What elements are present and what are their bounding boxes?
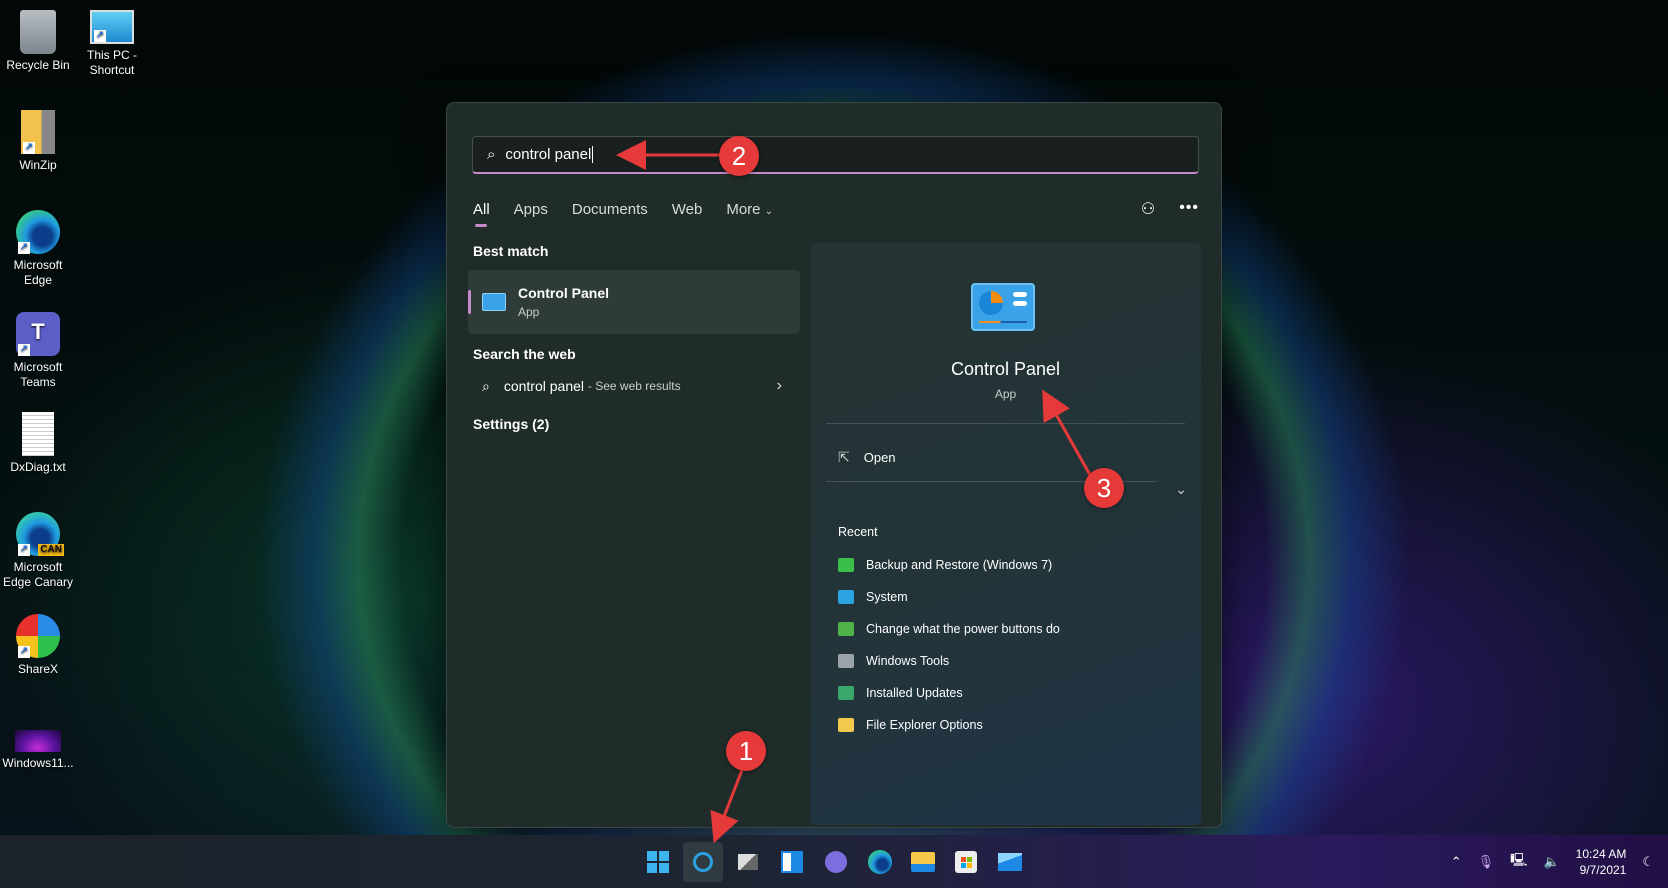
recent-list: Backup and Restore (Windows 7) System Ch…	[838, 549, 1060, 741]
recent-item-file-explorer-options[interactable]: File Explorer Options	[838, 709, 1060, 741]
system-tray: ⌃ 🎙 🖳 🔈 10:24 AM 9/7/2021 ☾	[1451, 835, 1668, 888]
this-pc-icon: ↗	[90, 10, 134, 44]
network-icon[interactable]: 🖳	[1510, 851, 1527, 873]
recycle-bin-icon	[20, 10, 56, 54]
preview-pane: Control Panel App ⇱ Open ⌄ Recent Backup…	[810, 243, 1201, 825]
focus-assist-moon-icon[interactable]: ☾	[1642, 854, 1654, 870]
control-panel-large-icon	[971, 283, 1035, 331]
chat-button[interactable]	[816, 842, 856, 882]
search-icon: ⌕	[482, 377, 490, 394]
desktop-icon-recycle-bin[interactable]: Recycle Bin	[0, 10, 76, 73]
windows-tools-icon	[838, 654, 854, 668]
callout-3: 3	[1084, 468, 1124, 508]
search-panel: ⌕ control panel All Apps Documents Web M…	[446, 102, 1222, 828]
recent-item-system[interactable]: System	[838, 581, 1060, 613]
windows-logo-icon	[647, 851, 669, 873]
recent-item-backup-restore[interactable]: Backup and Restore (Windows 7)	[838, 549, 1060, 581]
microphone-icon[interactable]: 🎙	[1478, 854, 1495, 870]
volume-icon[interactable]: 🔈	[1543, 854, 1559, 870]
task-view-button[interactable]	[728, 842, 768, 882]
tab-documents[interactable]: Documents	[572, 201, 648, 218]
filter-tabs: All Apps Documents Web More ⌄	[473, 201, 797, 227]
recent-item-installed-updates[interactable]: Installed Updates	[838, 677, 1060, 709]
account-switch-icon[interactable]: ⚇	[1141, 199, 1155, 219]
recent-item-windows-tools[interactable]: Windows Tools	[838, 645, 1060, 677]
search-input[interactable]: control panel	[505, 146, 591, 163]
widgets-button[interactable]	[772, 842, 812, 882]
open-external-icon: ⇱	[838, 449, 850, 465]
best-match-heading: Best match	[473, 243, 549, 259]
store-icon	[955, 851, 977, 873]
show-hidden-icons-chevron[interactable]: ⌃	[1451, 854, 1462, 870]
chevron-down-icon: ⌄	[764, 206, 774, 217]
web-result-item[interactable]: ⌕ control panel - See web results ›	[468, 366, 800, 406]
canary-badge: CAN	[38, 544, 64, 556]
file-explorer-options-icon	[838, 718, 854, 732]
settings-heading[interactable]: Settings (2)	[468, 416, 800, 432]
best-match-title: Control Panel	[518, 285, 610, 301]
best-match-subtitle: App	[518, 305, 540, 319]
backup-restore-icon	[838, 558, 854, 572]
clock[interactable]: 10:24 AM 9/7/2021	[1576, 846, 1627, 878]
control-panel-icon	[482, 293, 506, 311]
edge-icon: ↗	[16, 210, 60, 254]
sharex-icon: ↗	[16, 614, 60, 658]
folder-icon	[911, 852, 935, 872]
edge-button[interactable]	[860, 842, 900, 882]
divider	[826, 423, 1185, 424]
desktop-icon-sharex[interactable]: ↗ ShareX	[0, 614, 76, 677]
teams-icon: T ↗	[16, 312, 60, 356]
desktop-icon-winzip[interactable]: ↗ WinZip	[0, 110, 76, 173]
start-button[interactable]	[638, 842, 678, 882]
preview-title: Control Panel	[950, 359, 1061, 379]
taskbar: ⌃ 🎙 🖳 🔈 10:24 AM 9/7/2021 ☾	[0, 835, 1668, 888]
expand-chevron-icon[interactable]: ⌄	[1175, 481, 1187, 498]
search-button[interactable]	[683, 842, 723, 882]
tab-more[interactable]: More ⌄	[726, 201, 773, 218]
file-explorer-button[interactable]	[903, 842, 943, 882]
edge-canary-icon: ↗ CAN	[16, 512, 64, 556]
desktop-icon-edge-canary[interactable]: ↗ CAN Microsoft Edge Canary	[0, 512, 76, 590]
mail-icon	[998, 853, 1022, 871]
text-caret	[592, 146, 594, 163]
store-button[interactable]	[946, 842, 986, 882]
task-view-icon	[738, 854, 758, 870]
open-action[interactable]: ⇱ Open	[838, 449, 896, 466]
teams-chat-icon	[825, 851, 847, 873]
power-options-icon	[838, 622, 854, 636]
desktop-icon-dxdiag[interactable]: DxDiag.txt	[0, 412, 76, 475]
more-options-icon[interactable]: •••	[1179, 199, 1199, 219]
edge-icon	[868, 850, 892, 874]
tab-all[interactable]: All	[473, 201, 490, 227]
search-box[interactable]: ⌕ control panel	[472, 136, 1199, 174]
search-icon: ⌕	[487, 146, 496, 163]
system-icon	[838, 590, 854, 604]
desktop-icon-windows11-image[interactable]: Windows11...	[0, 730, 76, 771]
callout-2: 2	[719, 136, 759, 176]
results-list: Best match Control Panel App Search the …	[468, 243, 800, 432]
preview-subtitle: App	[994, 387, 1017, 401]
winzip-icon: ↗	[21, 110, 55, 154]
installed-updates-icon	[838, 686, 854, 700]
recent-item-power-buttons[interactable]: Change what the power buttons do	[838, 613, 1060, 645]
callout-1: 1	[726, 731, 766, 771]
clock-date: 9/7/2021	[1579, 862, 1627, 877]
text-file-icon	[22, 412, 54, 456]
chevron-right-icon: ›	[776, 377, 782, 394]
selection-indicator	[468, 290, 471, 314]
tab-web[interactable]: Web	[672, 201, 703, 218]
search-web-heading: Search the web	[473, 346, 576, 362]
tab-apps[interactable]: Apps	[514, 201, 548, 218]
search-icon	[693, 852, 713, 872]
recent-heading: Recent	[838, 525, 878, 539]
desktop-icon-teams[interactable]: T ↗ Microsoft Teams	[0, 312, 76, 390]
widgets-icon	[781, 851, 803, 873]
best-match-item[interactable]: Control Panel App	[468, 270, 800, 334]
image-file-icon	[15, 730, 61, 752]
clock-time: 10:24 AM	[1575, 846, 1627, 861]
desktop-icon-edge[interactable]: ↗ Microsoft Edge	[0, 210, 76, 288]
mail-button[interactable]	[990, 842, 1030, 882]
desktop-icon-this-pc[interactable]: ↗ This PC - Shortcut	[74, 10, 150, 78]
